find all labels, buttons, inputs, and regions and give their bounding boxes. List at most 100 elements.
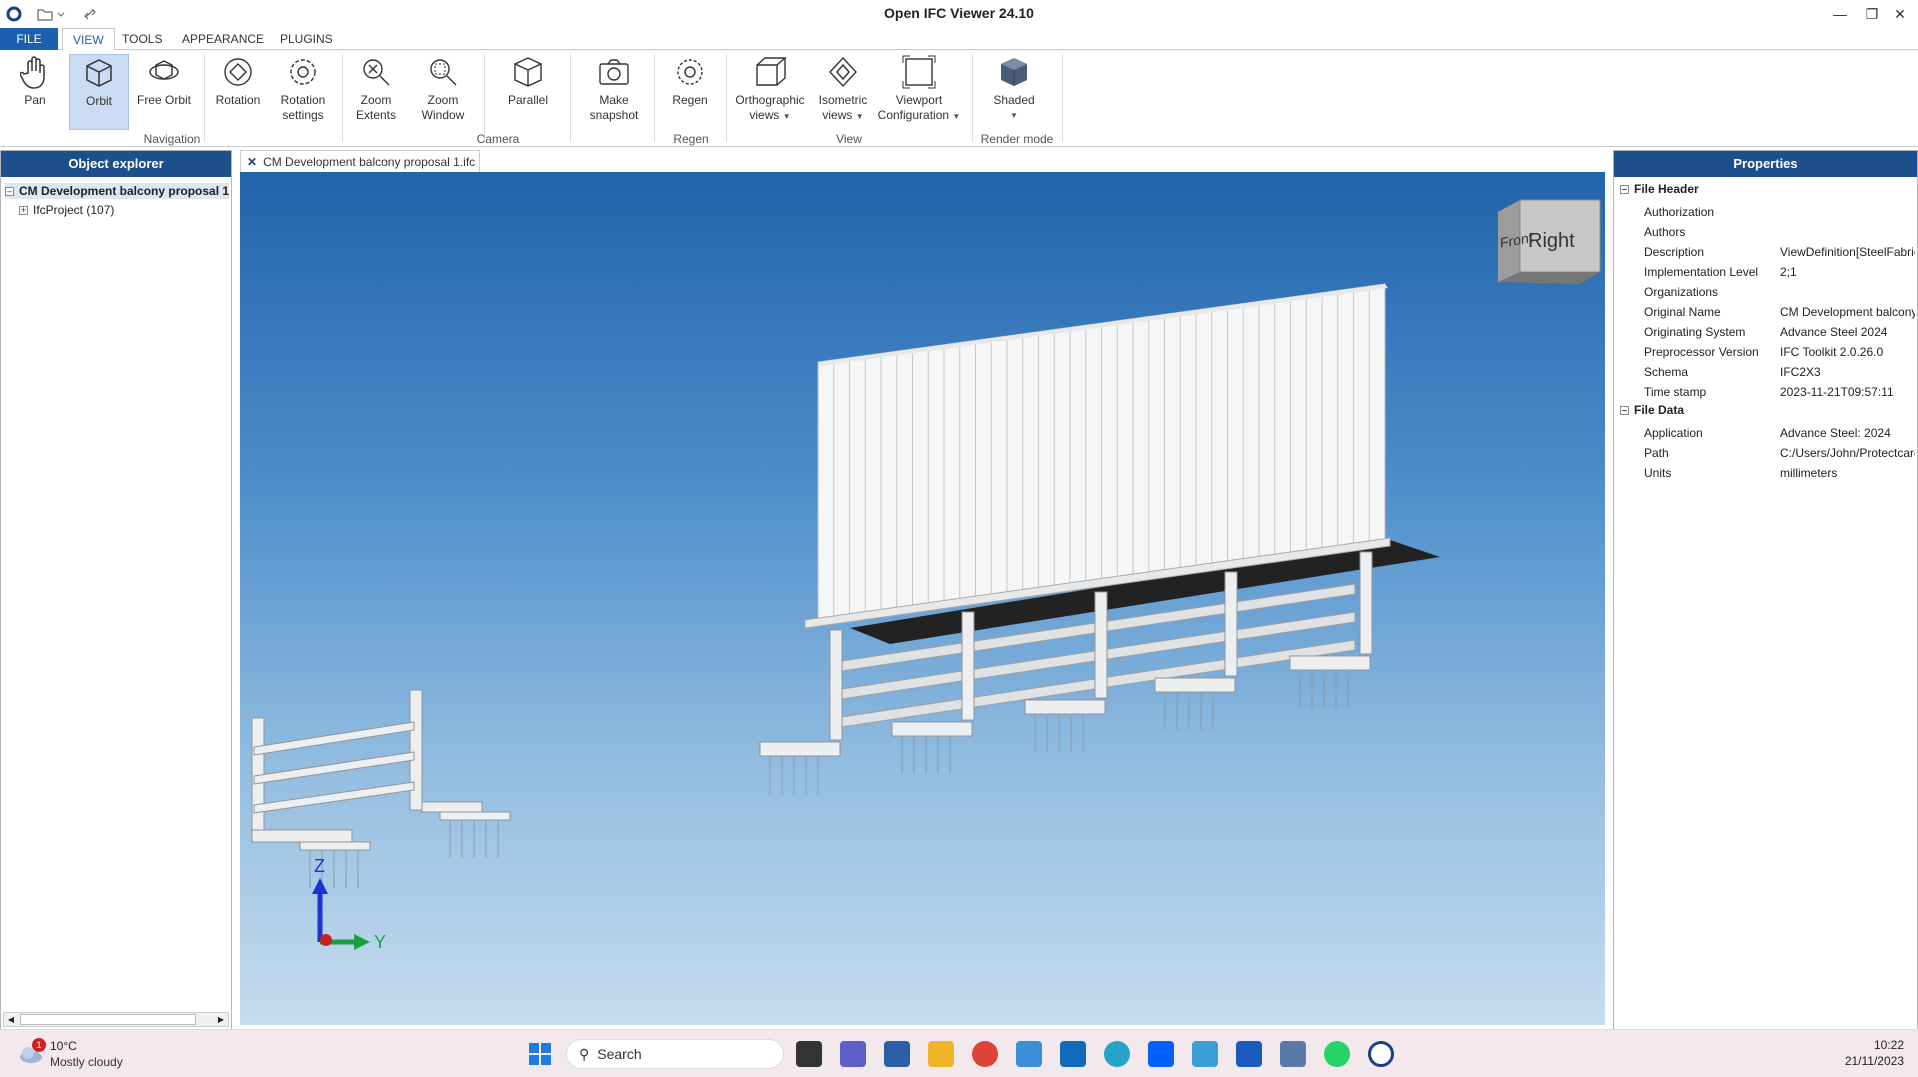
expand-icon[interactable]: +: [19, 205, 28, 215]
property-key: Preprocessor Version: [1644, 345, 1759, 359]
property-value: Advance Steel 2024: [1780, 325, 1888, 339]
clock-time[interactable]: 10:22: [1840, 1038, 1904, 1052]
tab-appearance[interactable]: APPEARANCE: [172, 28, 274, 50]
close-button[interactable]: ✕: [1878, 2, 1918, 26]
property-row[interactable]: Original Name CM Development balcony: [1614, 302, 1918, 322]
property-row[interactable]: Authors: [1614, 222, 1918, 242]
horizontal-scrollbar[interactable]: ◀ ▶: [3, 1012, 229, 1027]
zoom-window-button[interactable]: Zoom Window: [414, 54, 472, 130]
property-value: 2023-11-21T09:57:11: [1780, 385, 1894, 399]
weather-desc[interactable]: Mostly cloudy: [50, 1055, 123, 1069]
3d-viewport[interactable]: Front Right Z Y: [240, 172, 1605, 1025]
group-regen-label: Regen: [673, 132, 709, 146]
view-cube-right-label[interactable]: Right: [1528, 230, 1575, 253]
tree-node-root[interactable]: – CM Development balcony proposal 1: [5, 183, 229, 199]
scrollbar-thumb[interactable]: [20, 1014, 196, 1025]
axis-z-label: Z: [314, 856, 325, 876]
chevron-down-icon: ▼: [782, 112, 791, 121]
file-explorer-icon[interactable]: [928, 1041, 954, 1067]
whatsapp-icon[interactable]: [1324, 1041, 1350, 1067]
parallel-button[interactable]: Parallel: [500, 54, 556, 130]
viewport-frame-icon: [899, 54, 939, 90]
task-view-icon[interactable]: [796, 1041, 822, 1067]
rotation-settings-button[interactable]: Rotation settings: [272, 54, 334, 130]
collapse-icon[interactable]: –: [1620, 184, 1629, 194]
store-icon[interactable]: [884, 1041, 910, 1067]
taskbar-search-box[interactable]: ⚲ Search: [566, 1039, 784, 1069]
object-explorer-panel: Object explorer – CM Development balcony…: [0, 150, 232, 1030]
outlook-icon[interactable]: [1060, 1041, 1086, 1067]
free-orbit-icon: [144, 54, 184, 90]
category-file-data[interactable]: – File Data: [1620, 403, 1684, 417]
property-key: Originating System: [1644, 325, 1746, 339]
rotation-button[interactable]: Rotation: [210, 54, 266, 130]
property-row[interactable]: Time stamp 2023-11-21T09:57:11: [1614, 382, 1918, 402]
weather-badge: 1: [32, 1038, 46, 1052]
property-key: Original Name: [1644, 305, 1721, 319]
object-explorer-title: Object explorer: [1, 151, 231, 177]
tab-plugins[interactable]: PLUGINS: [270, 28, 343, 50]
axis-y-label: Y: [374, 932, 387, 952]
weather-temp[interactable]: 10°C: [50, 1039, 77, 1053]
property-row[interactable]: Path C:/Users/John/Protectcare: [1614, 443, 1918, 463]
property-key: Schema: [1644, 365, 1689, 379]
properties-panel: Properties – File Header Authorization Au…: [1613, 150, 1918, 1030]
tab-view[interactable]: VIEW: [62, 28, 115, 51]
property-row[interactable]: Preprocessor Version IFC Toolkit 2.0.26.0: [1614, 342, 1918, 362]
orthographic-views-button[interactable]: Orthographic views ▼: [732, 54, 808, 130]
windows-start-icon[interactable]: [527, 1041, 553, 1067]
snipping-tool-icon[interactable]: [1016, 1041, 1042, 1067]
shaded-button[interactable]: Shaded ▼: [984, 54, 1044, 130]
category-file-header[interactable]: – File Header: [1620, 182, 1699, 196]
property-row[interactable]: Originating System Advance Steel 2024: [1614, 322, 1918, 342]
tab-tools[interactable]: TOOLS: [112, 28, 172, 50]
open-ifc-viewer-icon[interactable]: [1368, 1041, 1394, 1067]
chrome-icon[interactable]: [972, 1041, 998, 1067]
word-icon[interactable]: [1236, 1041, 1262, 1067]
zoom-extents-icon: [356, 54, 396, 90]
free-orbit-button[interactable]: Free Orbit: [134, 54, 194, 130]
iso-diamond-icon: [823, 54, 863, 90]
isometric-views-button[interactable]: Isometric views ▼: [812, 54, 874, 130]
property-key: Authors: [1644, 225, 1686, 239]
regen-button[interactable]: Regen: [664, 54, 716, 130]
tab-file[interactable]: FILE: [0, 28, 58, 50]
document-tab[interactable]: ✕ CM Development balcony proposal 1.ifc: [240, 150, 480, 172]
edge-icon[interactable]: [1104, 1041, 1130, 1067]
property-value: C:/Users/John/Protectcare: [1780, 446, 1915, 460]
property-row[interactable]: Application Advance Steel: 2024: [1614, 423, 1918, 443]
teams-icon[interactable]: [840, 1041, 866, 1067]
dropbox-icon[interactable]: [1148, 1041, 1174, 1067]
pan-button[interactable]: Pan: [10, 54, 60, 130]
parallel-cube-icon: [508, 54, 548, 90]
property-row[interactable]: Organizations: [1614, 282, 1918, 302]
make-snapshot-button[interactable]: Make snapshot: [584, 54, 644, 130]
property-row[interactable]: Description ViewDefinition[SteelFabric: [1614, 242, 1918, 262]
property-key: Description: [1644, 245, 1705, 259]
close-icon[interactable]: ✕: [247, 155, 257, 169]
property-key: Application: [1644, 426, 1703, 440]
properties-title: Properties: [1614, 151, 1917, 177]
tree-node-ifcproject[interactable]: + IfcProject (107): [19, 203, 114, 217]
property-row[interactable]: Units millimeters: [1614, 463, 1918, 483]
property-row[interactable]: Authorization: [1614, 202, 1918, 222]
group-render-mode-label: Render mode: [980, 132, 1054, 146]
ribbon-tabs: FILE VIEW TOOLS APPEARANCE PLUGINS: [0, 28, 1918, 51]
scroll-left-icon[interactable]: ◀: [4, 1013, 18, 1026]
collapse-icon[interactable]: –: [5, 186, 14, 196]
scroll-right-icon[interactable]: ▶: [214, 1013, 228, 1026]
property-value: CM Development balcony: [1780, 305, 1915, 319]
app-window-icon[interactable]: [1192, 1041, 1218, 1067]
clock-date[interactable]: 21/11/2023: [1830, 1054, 1904, 1068]
zoom-extents-button[interactable]: Zoom Extents: [348, 54, 404, 130]
orbit-button[interactable]: Orbit: [69, 54, 129, 130]
ortho-cube-icon: [750, 54, 790, 90]
property-row[interactable]: Schema IFC2X3: [1614, 362, 1918, 382]
printer-icon[interactable]: [1280, 1041, 1306, 1067]
collapse-icon[interactable]: –: [1620, 405, 1629, 415]
property-key: Authorization: [1644, 205, 1715, 219]
camera-icon: [594, 54, 634, 90]
property-row[interactable]: Implementation Level 2;1: [1614, 262, 1918, 282]
viewport-configuration-button[interactable]: Viewport Configuration ▼: [876, 54, 962, 130]
shaded-cube-icon: [994, 54, 1034, 90]
